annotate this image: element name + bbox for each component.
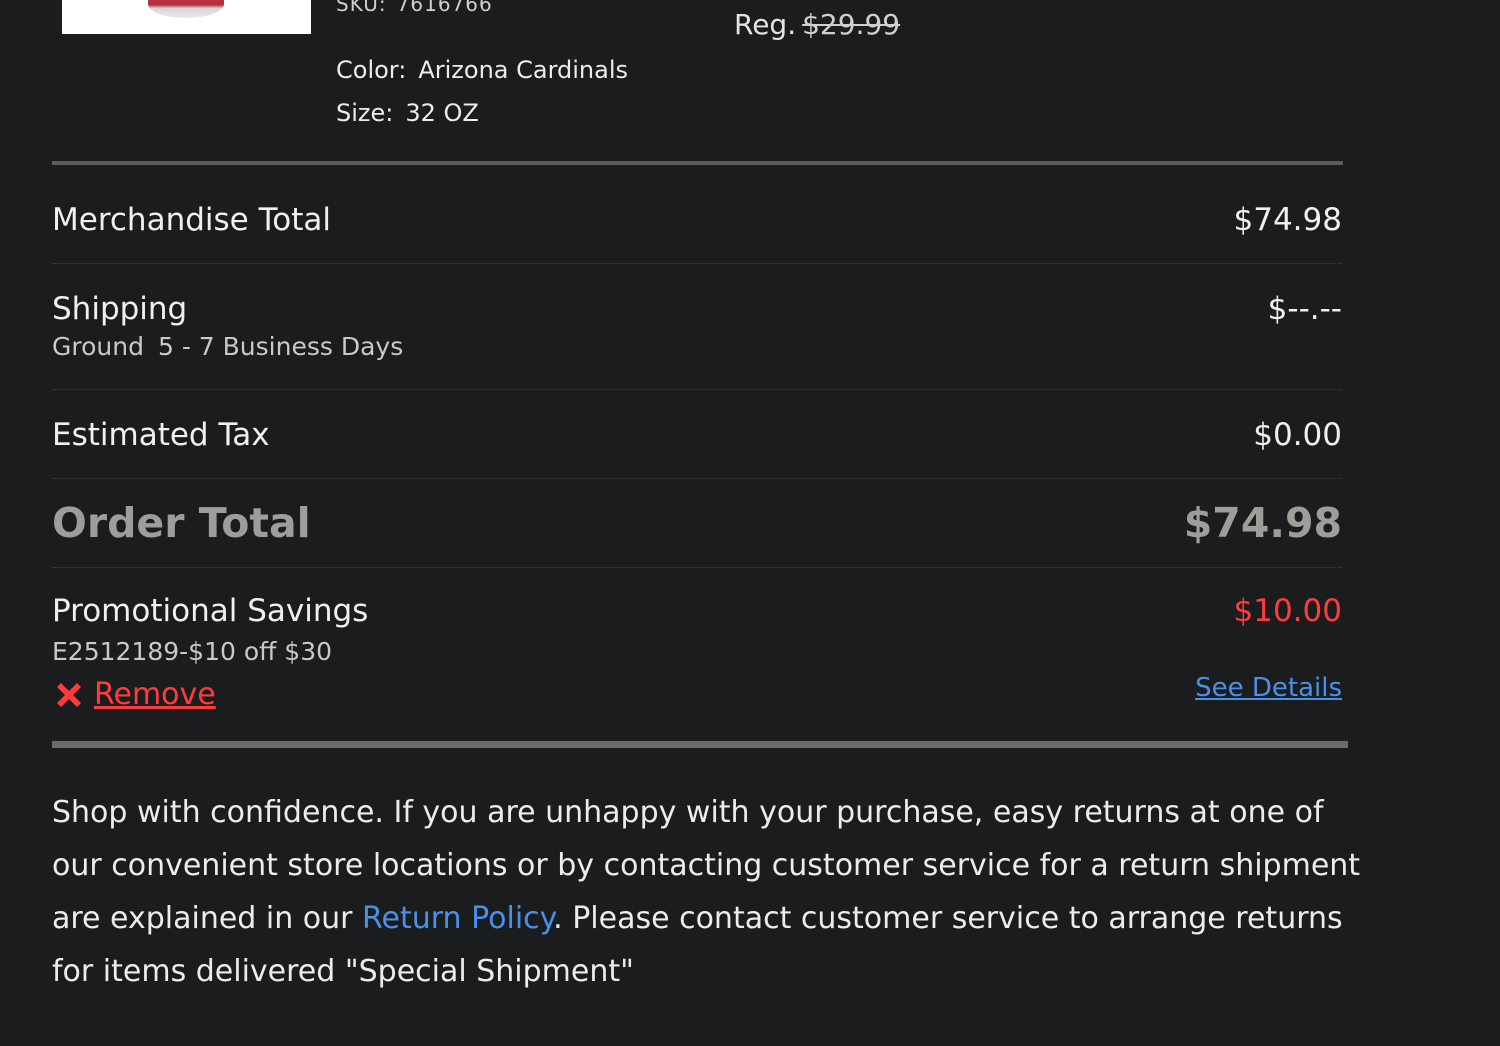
merchandise-total-label: Merchandise Total: [52, 202, 331, 238]
close-x-icon: [52, 678, 86, 712]
remove-promo-button[interactable]: Remove: [52, 677, 216, 712]
reg-price-value: $29.99: [802, 8, 901, 41]
row-divider: [52, 567, 1342, 568]
size-label: Size:: [336, 99, 394, 127]
merchandise-total-value: $74.98: [1233, 202, 1342, 238]
product-size: Size: 32 OZ: [336, 99, 479, 127]
summary-bottom-divider: [52, 741, 1348, 748]
remove-label[interactable]: Remove: [94, 677, 216, 712]
row-divider: [52, 478, 1342, 479]
product-sku: SKU: 7616766: [336, 0, 493, 16]
shipping-method: Ground 5 - 7 Business Days: [52, 332, 403, 361]
size-value: 32 OZ: [405, 99, 479, 127]
shipping-label: Shipping: [52, 291, 188, 327]
product-color: Color: Arizona Cardinals: [336, 56, 628, 84]
return-policy-link[interactable]: Return Policy: [362, 901, 553, 936]
product-thumbnail[interactable]: [62, 0, 311, 34]
order-total-label: Order Total: [52, 499, 311, 547]
return-policy-text: Shop with confidence. If you are unhappy…: [52, 786, 1362, 998]
estimated-tax-value: $0.00: [1253, 417, 1342, 453]
promotional-savings-label: Promotional Savings: [52, 593, 369, 629]
order-summary-page: SKU: 7616766 Color: Arizona Cardinals Size…: [0, 0, 1500, 1046]
summary-top-divider: [52, 161, 1343, 165]
shipping-method-name: Ground: [52, 332, 144, 361]
product-image: [148, 0, 224, 18]
regular-price: Reg. $29.99: [734, 8, 900, 41]
order-total-value: $74.98: [1183, 499, 1342, 547]
promotional-savings-value: $10.00: [1233, 593, 1342, 629]
sku-value: 7616766: [396, 0, 493, 16]
row-divider: [52, 389, 1342, 390]
promo-code: E2512189-$10 off $30: [52, 637, 333, 666]
see-details-link[interactable]: See Details: [1195, 673, 1342, 703]
estimated-tax-label: Estimated Tax: [52, 417, 270, 453]
sku-label: SKU:: [336, 0, 387, 16]
color-label: Color:: [336, 56, 407, 84]
shipping-days: 5 - 7 Business Days: [157, 332, 404, 361]
reg-label: Reg.: [734, 8, 797, 41]
shipping-value: $--.--: [1267, 291, 1342, 327]
row-divider: [52, 263, 1342, 264]
color-value: Arizona Cardinals: [418, 56, 629, 84]
